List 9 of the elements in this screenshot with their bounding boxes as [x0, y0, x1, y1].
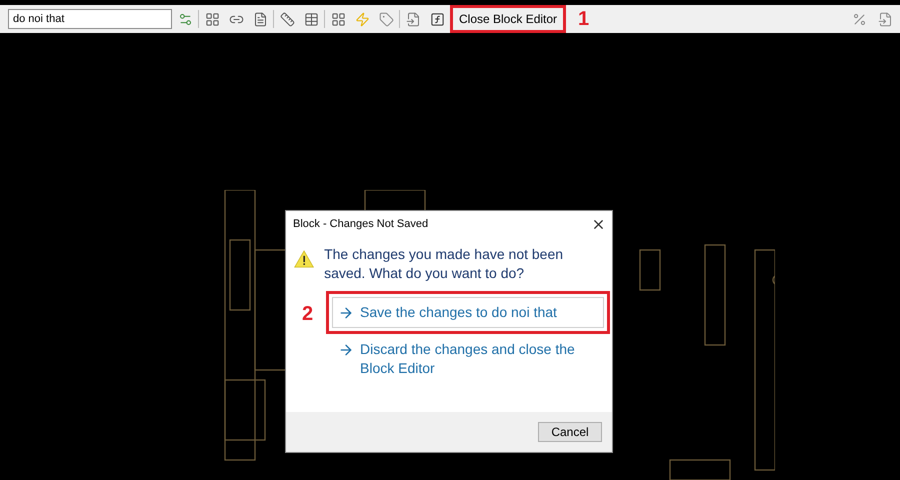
dialog-title: Block - Changes Not Saved	[293, 216, 428, 232]
command-link[interactable]: Discard the changes and close the Block Editor	[332, 334, 604, 384]
callout-number: 1	[578, 7, 590, 32]
callout-number: 2	[302, 302, 314, 327]
block-name-field[interactable]: do noi that	[8, 9, 172, 29]
arrow-icon	[338, 305, 354, 321]
dialog-message: The changes you made have not been saved. What do you want to do?	[324, 245, 564, 283]
arrow-icon	[338, 342, 354, 358]
cancel-button[interactable]: Cancel	[538, 422, 602, 442]
